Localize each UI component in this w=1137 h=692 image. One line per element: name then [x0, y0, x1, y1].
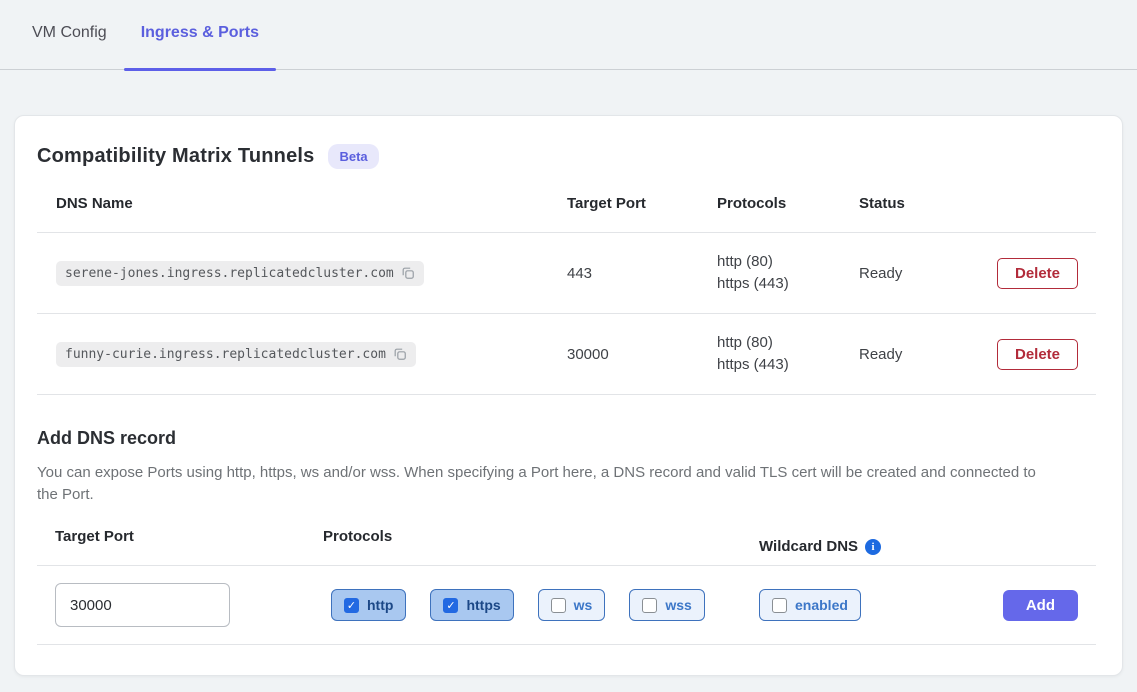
checkbox-ws[interactable]: ws [538, 589, 606, 621]
add-dns-form-row: ✓ http ✓ https ws wss enabled Add [37, 566, 1096, 645]
tab-ingress-ports[interactable]: Ingress & Ports [124, 2, 276, 69]
protocol-checkbox-group: ✓ http ✓ https ws wss [323, 589, 759, 621]
checkbox-checked-icon: ✓ [344, 598, 359, 613]
add-dns-record-title: Add DNS record [37, 428, 1096, 449]
tunnels-table: DNS Name Target Port Protocols Status se… [37, 195, 1096, 395]
status-value: Ready [859, 346, 997, 363]
target-port-value: 443 [567, 265, 717, 282]
target-port-input[interactable] [55, 583, 230, 627]
protocols-cell: http (80) https (443) [717, 253, 859, 293]
checkbox-label: enabled [795, 597, 848, 613]
form-label-protocols: Protocols [323, 528, 759, 565]
add-dns-record-description: You can expose Ports using http, https, … [37, 462, 1047, 506]
checkbox-unchecked-icon [772, 598, 787, 613]
copy-icon[interactable] [393, 347, 407, 361]
checkbox-label: http [367, 597, 393, 613]
checkbox-unchecked-icon [551, 598, 566, 613]
delete-button[interactable]: Delete [997, 339, 1078, 370]
dns-name-pill: serene-jones.ingress.replicatedcluster.c… [56, 261, 424, 286]
checkbox-checked-icon: ✓ [443, 598, 458, 613]
col-header-status: Status [859, 195, 997, 212]
checkbox-https[interactable]: ✓ https [430, 589, 513, 621]
checkbox-label: wss [665, 597, 691, 613]
tab-vm-config[interactable]: VM Config [15, 2, 124, 69]
status-value: Ready [859, 265, 997, 282]
info-icon[interactable]: i [865, 539, 881, 555]
checkbox-http[interactable]: ✓ http [331, 589, 406, 621]
panel-header: Compatibility Matrix Tunnels Beta [37, 144, 1096, 169]
compatibility-matrix-panel: Compatibility Matrix Tunnels Beta DNS Na… [14, 115, 1123, 676]
tab-bar: VM Config Ingress & Ports [0, 0, 1137, 70]
col-header-target-port: Target Port [567, 195, 717, 212]
dns-name-pill: funny-curie.ingress.replicatedcluster.co… [56, 342, 416, 367]
add-button[interactable]: Add [1003, 590, 1078, 621]
protocols-cell: http (80) https (443) [717, 334, 859, 374]
form-label-target-port: Target Port [37, 528, 323, 565]
table-row: funny-curie.ingress.replicatedcluster.co… [37, 314, 1096, 395]
delete-button[interactable]: Delete [997, 258, 1078, 289]
form-label-wildcard-dns: Wildcard DNS [759, 538, 858, 555]
copy-icon[interactable] [401, 266, 415, 280]
dns-name-text: funny-curie.ingress.replicatedcluster.co… [65, 347, 386, 362]
add-dns-form-header: Target Port Protocols Wildcard DNS i [37, 528, 1096, 566]
dns-name-text: serene-jones.ingress.replicatedcluster.c… [65, 266, 394, 281]
checkbox-unchecked-icon [642, 598, 657, 613]
table-row: serene-jones.ingress.replicatedcluster.c… [37, 233, 1096, 314]
checkbox-wildcard-enabled[interactable]: enabled [759, 589, 861, 621]
protocol-line: http (80) [717, 253, 859, 271]
target-port-value: 30000 [567, 346, 717, 363]
table-header-row: DNS Name Target Port Protocols Status [37, 195, 1096, 233]
protocol-line: http (80) [717, 334, 859, 352]
protocol-line: https (443) [717, 275, 859, 293]
col-header-dns-name: DNS Name [37, 195, 567, 212]
checkbox-wss[interactable]: wss [629, 589, 704, 621]
col-header-protocols: Protocols [717, 195, 859, 212]
checkbox-label: ws [574, 597, 593, 613]
checkbox-label: https [466, 597, 500, 613]
beta-badge: Beta [328, 144, 378, 169]
protocol-line: https (443) [717, 356, 859, 374]
panel-title: Compatibility Matrix Tunnels [37, 145, 314, 168]
